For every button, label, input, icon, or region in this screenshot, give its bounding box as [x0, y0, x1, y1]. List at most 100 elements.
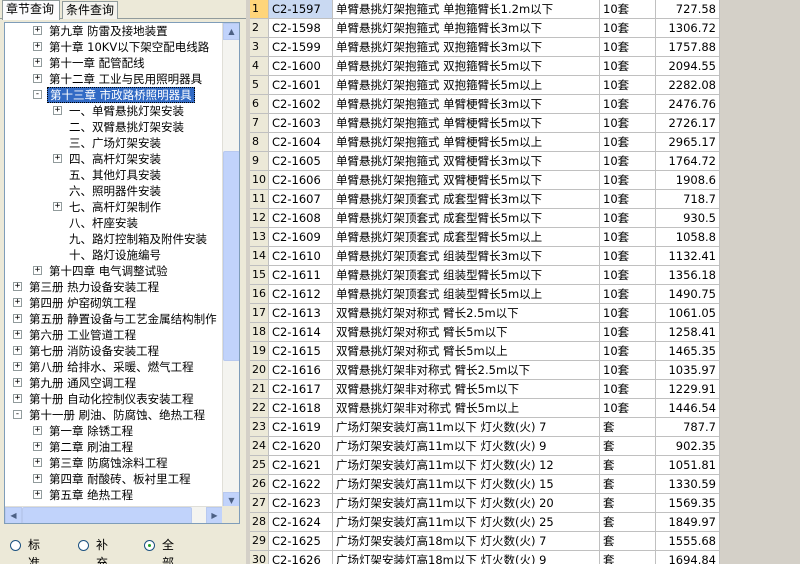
expand-icon[interactable]: + [33, 490, 42, 499]
name-cell[interactable]: 单臂悬挑灯架抱箍式 双抱箍臂长5m以上 [333, 76, 600, 95]
unit-cell[interactable]: 10套 [600, 361, 656, 380]
price-cell[interactable]: 1908.6 [656, 171, 720, 190]
tree-node[interactable]: 十、路灯设施编号 [5, 247, 223, 263]
row-number-cell[interactable]: 19 [250, 342, 269, 361]
expand-icon[interactable]: + [33, 26, 42, 35]
name-cell[interactable]: 单臂悬挑灯架抱箍式 双抱箍臂长5m以下 [333, 57, 600, 76]
table-row[interactable]: 29 C2-1625 广场灯架安装灯高18m以下 灯火数(火) 7 套 1555.68 [250, 532, 720, 551]
tree-node-label[interactable]: 第九章 防雷及接地装置 [47, 23, 170, 39]
tab-chapter-search[interactable]: 章节查询 [2, 0, 60, 20]
collapse-icon[interactable]: - [13, 410, 22, 419]
code-cell[interactable]: C2-1621 [269, 456, 333, 475]
price-cell[interactable]: 1306.72 [656, 19, 720, 38]
tree-node-label[interactable]: 第十册 自动化控制仪表安装工程 [27, 391, 196, 407]
table-row[interactable]: 4 C2-1600 单臂悬挑灯架抱箍式 双抱箍臂长5m以下 10套 2094.55 [250, 57, 720, 76]
tree-node-label[interactable]: 五、其他灯具安装 [67, 167, 163, 183]
tree-vertical-scroll-thumb[interactable] [223, 151, 239, 361]
row-number-cell[interactable]: 12 [250, 209, 269, 228]
row-number-cell[interactable]: 9 [250, 152, 269, 171]
row-number-cell[interactable]: 1 [250, 0, 269, 19]
code-cell[interactable]: C2-1604 [269, 133, 333, 152]
tree-node[interactable]: - 第十一册 刷油、防腐蚀、绝热工程 [5, 407, 223, 423]
code-cell[interactable]: C2-1605 [269, 152, 333, 171]
code-cell[interactable]: C2-1599 [269, 38, 333, 57]
expand-icon[interactable]: + [53, 202, 62, 211]
unit-cell[interactable]: 10套 [600, 228, 656, 247]
code-cell[interactable]: C2-1612 [269, 285, 333, 304]
tab-condition-search[interactable]: 条件查询 [62, 1, 118, 19]
table-row[interactable]: 10 C2-1606 单臂悬挑灯架抱箍式 双臂梗臂长5m以下 10套 1908.6 [250, 171, 720, 190]
unit-cell[interactable]: 套 [600, 475, 656, 494]
tree-node-label[interactable]: 第十一册 刷油、防腐蚀、绝热工程 [27, 407, 207, 423]
code-cell[interactable]: C2-1625 [269, 532, 333, 551]
tree-node-label[interactable]: 第六册 工业管道工程 [27, 327, 138, 343]
code-cell[interactable]: C2-1608 [269, 209, 333, 228]
tree-node[interactable]: 八、杆座安装 [5, 215, 223, 231]
row-number-cell[interactable]: 23 [250, 418, 269, 437]
table-row[interactable]: 6 C2-1602 单臂悬挑灯架抱箍式 单臂梗臂长3m以下 10套 2476.76 [250, 95, 720, 114]
tree-node-label[interactable]: 第一章 除锈工程 [47, 423, 135, 439]
name-cell[interactable]: 双臂悬挑灯架非对称式 臂长2.5m以下 [333, 361, 600, 380]
row-number-cell[interactable]: 4 [250, 57, 269, 76]
price-cell[interactable]: 787.7 [656, 418, 720, 437]
table-row[interactable]: 26 C2-1622 广场灯架安装灯高11m以下 灯火数(火) 15 套 1330.59 [250, 475, 720, 494]
name-cell[interactable]: 单臂悬挑灯架抱箍式 单臂梗臂长3m以下 [333, 95, 600, 114]
price-cell[interactable]: 1330.59 [656, 475, 720, 494]
row-number-cell[interactable]: 14 [250, 247, 269, 266]
table-row[interactable]: 23 C2-1619 广场灯架安装灯高11m以下 灯火数(火) 7 套 787.7 [250, 418, 720, 437]
name-cell[interactable]: 广场灯架安装灯高11m以下 灯火数(火) 15 [333, 475, 600, 494]
row-number-cell[interactable]: 25 [250, 456, 269, 475]
name-cell[interactable]: 广场灯架安装灯高11m以下 灯火数(火) 20 [333, 494, 600, 513]
name-cell[interactable]: 广场灯架安装灯高11m以下 灯火数(火) 12 [333, 456, 600, 475]
unit-cell[interactable]: 10套 [600, 114, 656, 133]
table-row[interactable]: 3 C2-1599 单臂悬挑灯架抱箍式 双抱箍臂长3m以下 10套 1757.88 [250, 38, 720, 57]
row-number-cell[interactable]: 28 [250, 513, 269, 532]
unit-cell[interactable]: 10套 [600, 57, 656, 76]
tree-node-label[interactable]: 一、单臂悬挑灯架安装 [67, 103, 186, 119]
tree-node[interactable]: + 第一章 除锈工程 [5, 423, 223, 439]
price-cell[interactable]: 1061.05 [656, 304, 720, 323]
tree-node[interactable]: + 第五册 静置设备与工艺金属结构制作 [5, 311, 223, 327]
radio-supplement-label[interactable]: 补充 [96, 536, 108, 564]
name-cell[interactable]: 单臂悬挑灯架抱箍式 单抱箍臂长1.2m以下 [333, 0, 600, 19]
unit-cell[interactable]: 10套 [600, 266, 656, 285]
tree-node[interactable]: 二、双臂悬挑灯架安装 [5, 119, 223, 135]
price-cell[interactable]: 2094.55 [656, 57, 720, 76]
name-cell[interactable]: 单臂悬挑灯架抱箍式 双臂梗臂长3m以下 [333, 152, 600, 171]
tree-node-label[interactable]: 第五章 绝热工程 [47, 487, 135, 503]
tree-node[interactable]: - 第十三章 市政路桥照明器具 [5, 87, 223, 103]
tree-node[interactable]: + 第四章 耐酸砖、板衬里工程 [5, 471, 223, 487]
tree-node-label[interactable]: 第四册 炉窑砌筑工程 [27, 295, 138, 311]
tree-node[interactable]: + 第三册 热力设备安装工程 [5, 279, 223, 295]
name-cell[interactable]: 广场灯架安装灯高11m以下 灯火数(火) 7 [333, 418, 600, 437]
table-row[interactable]: 20 C2-1616 双臂悬挑灯架非对称式 臂长2.5m以下 10套 1035.97 [250, 361, 720, 380]
radio-standard-circle[interactable] [10, 540, 21, 551]
price-cell[interactable]: 1490.75 [656, 285, 720, 304]
code-cell[interactable]: C2-1603 [269, 114, 333, 133]
code-cell[interactable]: C2-1601 [269, 76, 333, 95]
collapse-icon[interactable]: - [33, 90, 42, 99]
row-number-cell[interactable]: 7 [250, 114, 269, 133]
price-cell[interactable]: 902.35 [656, 437, 720, 456]
table-row[interactable]: 18 C2-1614 双臂悬挑灯架对称式 臂长5m以下 10套 1258.41 [250, 323, 720, 342]
radio-supplement-circle[interactable] [78, 540, 89, 551]
name-cell[interactable]: 单臂悬挑灯架顶套式 组装型臂长5m以下 [333, 266, 600, 285]
table-row[interactable]: 15 C2-1611 单臂悬挑灯架顶套式 组装型臂长5m以下 10套 1356.18 [250, 266, 720, 285]
tree-node[interactable]: 三、广场灯架安装 [5, 135, 223, 151]
tree-node[interactable]: + 第十二章 工业与民用照明器具 [5, 71, 223, 87]
expand-icon[interactable]: + [53, 106, 62, 115]
name-cell[interactable]: 广场灯架安装灯高11m以下 灯火数(火) 25 [333, 513, 600, 532]
price-cell[interactable]: 1849.97 [656, 513, 720, 532]
name-cell[interactable]: 单臂悬挑灯架抱箍式 双抱箍臂长3m以下 [333, 38, 600, 57]
expand-icon[interactable]: + [33, 58, 42, 67]
unit-cell[interactable]: 10套 [600, 190, 656, 209]
expand-icon[interactable]: + [53, 154, 62, 163]
name-cell[interactable]: 双臂悬挑灯架非对称式 臂长5m以上 [333, 399, 600, 418]
price-cell[interactable]: 2476.76 [656, 95, 720, 114]
row-number-cell[interactable]: 16 [250, 285, 269, 304]
unit-cell[interactable]: 10套 [600, 38, 656, 57]
tree-node-label[interactable]: 第五册 静置设备与工艺金属结构制作 [27, 311, 219, 327]
code-cell[interactable]: C2-1617 [269, 380, 333, 399]
name-cell[interactable]: 广场灯架安装灯高18m以下 灯火数(火) 9 [333, 551, 600, 564]
tree-node-label[interactable]: 十、路灯设施编号 [67, 247, 163, 263]
